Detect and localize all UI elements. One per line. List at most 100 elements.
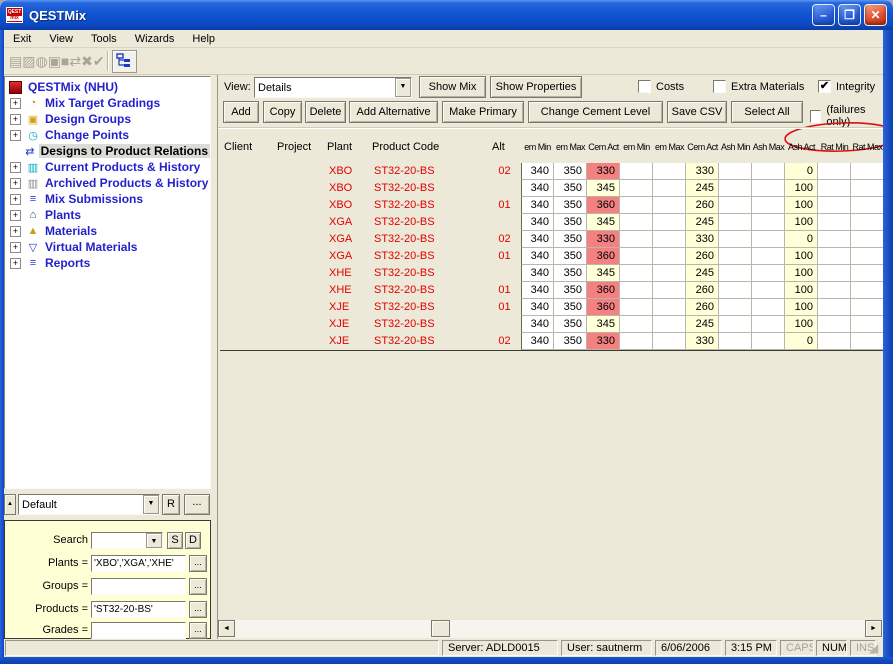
table-cell[interactable] — [719, 316, 752, 333]
table-cell[interactable] — [653, 333, 686, 350]
search-combobox[interactable]: ▼ — [91, 532, 163, 549]
table-cell[interactable] — [851, 214, 884, 231]
change-cement-level-button[interactable]: Change Cement Level — [528, 101, 663, 123]
minimize-button[interactable]: – — [812, 4, 835, 26]
table-cell[interactable] — [620, 214, 653, 231]
table-cell[interactable] — [752, 214, 785, 231]
table-cell[interactable] — [818, 231, 851, 248]
table-cell[interactable]: ST32-20-BS — [368, 214, 488, 231]
table-row[interactable]: XHE ST32-20-BS 01 340 350 360 260 100 — [220, 282, 884, 299]
table-cell[interactable]: ST32-20-BS — [368, 180, 488, 197]
table-cell[interactable]: 02 — [488, 333, 521, 350]
table-cell[interactable] — [220, 299, 273, 316]
failures-only-checkbox[interactable]: (failures only) — [810, 104, 883, 128]
print-icon[interactable]: ▣ — [48, 53, 61, 69]
save-csv-button[interactable]: Save CSV — [667, 101, 727, 123]
table-cell[interactable]: 100 — [785, 180, 818, 197]
horizontal-scrollbar[interactable]: ◄ ► — [218, 620, 883, 638]
table-cell[interactable] — [488, 180, 521, 197]
expand-plus-icon[interactable]: + — [10, 242, 21, 253]
table-cell[interactable]: 100 — [785, 316, 818, 333]
table-cell[interactable] — [220, 282, 273, 299]
table-cell[interactable]: 360 — [587, 197, 620, 214]
table-cell[interactable] — [273, 282, 323, 299]
table-cell[interactable]: 245 — [686, 265, 719, 282]
expand-plus-icon[interactable]: + — [10, 194, 21, 205]
table-cell[interactable]: 350 — [554, 248, 587, 265]
table-cell[interactable] — [620, 248, 653, 265]
table-cell[interactable]: 360 — [587, 248, 620, 265]
table-cell[interactable]: 340 — [521, 163, 554, 180]
column-header-rat-min[interactable]: Rat Min — [818, 142, 851, 152]
table-cell[interactable] — [752, 180, 785, 197]
scrollbar-thumb[interactable] — [431, 620, 450, 637]
table-cell[interactable] — [273, 180, 323, 197]
table-cell[interactable] — [851, 299, 884, 316]
table-cell[interactable]: 01 — [488, 282, 521, 299]
add-button[interactable]: Add — [223, 101, 259, 123]
column-header-em-min[interactable]: em Min — [620, 142, 653, 152]
preset-more-button[interactable]: ... — [184, 494, 210, 515]
groups-more-button[interactable]: ... — [189, 578, 207, 595]
table-row[interactable]: XBO ST32-20-BS 02 340 350 330 330 0 — [220, 163, 884, 180]
plants-field[interactable]: 'XBO','XGA','XHE' — [91, 555, 186, 572]
table-cell[interactable] — [719, 265, 752, 282]
table-cell[interactable] — [620, 265, 653, 282]
table-cell[interactable] — [220, 248, 273, 265]
tree-item-materials[interactable]: + ▲ Materials — [5, 223, 210, 239]
table-cell[interactable]: 330 — [587, 163, 620, 180]
table-cell[interactable] — [220, 333, 273, 350]
table-cell[interactable]: ST32-20-BS — [368, 299, 488, 316]
table-cell[interactable]: 340 — [521, 197, 554, 214]
table-cell[interactable]: XBO — [323, 163, 368, 180]
table-cell[interactable]: 340 — [521, 282, 554, 299]
table-cell[interactable] — [653, 214, 686, 231]
table-cell[interactable] — [273, 231, 323, 248]
close-button[interactable]: ✕ — [864, 4, 887, 26]
tree-item-designs-to-product-relations[interactable]: ⇄ Designs to Product Relations — [5, 143, 210, 159]
table-cell[interactable] — [851, 265, 884, 282]
table-cell[interactable] — [818, 197, 851, 214]
scroll-right-icon[interactable]: ► — [865, 620, 882, 637]
table-cell[interactable] — [719, 214, 752, 231]
tree-item-virtual-materials[interactable]: + ▽ Virtual Materials — [5, 239, 210, 255]
table-cell[interactable]: 340 — [521, 299, 554, 316]
table-cell[interactable] — [273, 214, 323, 231]
expand-plus-icon[interactable]: + — [10, 210, 21, 221]
table-cell[interactable] — [719, 248, 752, 265]
table-cell[interactable]: XJE — [323, 316, 368, 333]
tree-item-current-products-history[interactable]: + ▥ Current Products & History — [5, 159, 210, 175]
tree-item-design-groups[interactable]: + ▣ Design Groups — [5, 111, 210, 127]
table-cell[interactable]: 350 — [554, 214, 587, 231]
table-cell[interactable]: 100 — [785, 248, 818, 265]
search-d-button[interactable]: D — [185, 532, 201, 549]
table-cell[interactable]: 245 — [686, 180, 719, 197]
expand-plus-icon[interactable]: + — [10, 114, 21, 125]
table-cell[interactable] — [273, 248, 323, 265]
test-icon[interactable]: ◍ — [35, 53, 47, 69]
table-cell[interactable] — [220, 265, 273, 282]
table-cell[interactable]: 340 — [521, 248, 554, 265]
table-cell[interactable]: XJE — [323, 299, 368, 316]
table-cell[interactable] — [653, 197, 686, 214]
table-cell[interactable] — [273, 265, 323, 282]
table-cell[interactable]: ST32-20-BS — [368, 248, 488, 265]
table-cell[interactable]: ST32-20-BS — [368, 282, 488, 299]
column-header-project[interactable]: Project — [273, 141, 323, 153]
table-cell[interactable]: 01 — [488, 197, 521, 214]
table-cell[interactable]: 330 — [686, 231, 719, 248]
table-cell[interactable]: 100 — [785, 214, 818, 231]
table-row[interactable]: XJE ST32-20-BS 340 350 345 245 100 — [220, 316, 884, 333]
expand-plus-icon[interactable]: + — [10, 98, 21, 109]
table-cell[interactable] — [719, 180, 752, 197]
collapse-panel-button[interactable]: ▲ — [4, 494, 16, 515]
table-cell[interactable] — [620, 197, 653, 214]
checkbox-box[interactable] — [638, 80, 651, 93]
table-cell[interactable]: XHE — [323, 282, 368, 299]
table-cell[interactable] — [719, 299, 752, 316]
table-cell[interactable] — [752, 231, 785, 248]
table-cell[interactable] — [273, 197, 323, 214]
preset-r-button[interactable]: R — [162, 494, 180, 515]
table-cell[interactable]: 350 — [554, 180, 587, 197]
products-more-button[interactable]: ... — [189, 601, 207, 618]
